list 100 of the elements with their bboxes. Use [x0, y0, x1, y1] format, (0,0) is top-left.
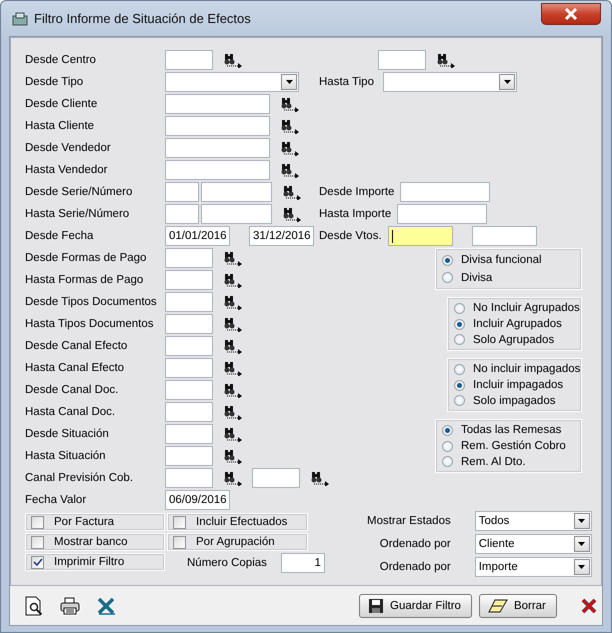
- radio-button[interactable]: [454, 334, 465, 346]
- radio-button[interactable]: [454, 364, 465, 375]
- input-field[interactable]: [400, 182, 490, 202]
- binoculars-icon[interactable]: [280, 96, 300, 112]
- binoculars-icon[interactable]: [223, 250, 243, 266]
- radio-label[interactable]: Rem. Al Dto.: [461, 456, 526, 468]
- input-field[interactable]: [165, 424, 213, 444]
- checkbox-row[interactable]: Por Agrupación: [167, 533, 308, 551]
- binoculars-icon[interactable]: [280, 140, 300, 156]
- radio-button[interactable]: [442, 424, 453, 436]
- radio-label[interactable]: Divisa funcional: [461, 254, 542, 266]
- field-label: Hasta Situación: [25, 450, 107, 462]
- binoculars-icon[interactable]: [223, 360, 243, 376]
- input-field[interactable]: [165, 204, 199, 224]
- input-field[interactable]: [165, 446, 213, 466]
- input-field[interactable]: [165, 292, 213, 312]
- binoculars-icon[interactable]: [223, 448, 243, 464]
- radio-button[interactable]: [454, 380, 465, 390]
- printer-icon[interactable]: [60, 597, 80, 615]
- input-field[interactable]: [165, 248, 213, 268]
- radio-label[interactable]: Incluir impagados: [473, 379, 564, 391]
- save-filter-button[interactable]: Guardar Filtro: [359, 594, 472, 618]
- input-field[interactable]: [378, 50, 426, 70]
- field-label: Desde Canal Efecto: [25, 340, 128, 352]
- binoculars-icon[interactable]: [223, 338, 243, 354]
- binoculars-icon[interactable]: [280, 162, 300, 178]
- radio-label[interactable]: Incluir Agrupados: [473, 318, 562, 330]
- input-field[interactable]: [165, 468, 213, 488]
- checkbox-row[interactable]: Mostrar banco: [25, 533, 165, 551]
- caret-icon[interactable]: [574, 536, 590, 552]
- dropdown[interactable]: Cliente: [474, 534, 592, 554]
- app-icon: [12, 12, 28, 26]
- caret-icon[interactable]: [499, 74, 515, 90]
- input-field[interactable]: 06/09/2016: [165, 490, 230, 510]
- radio-button[interactable]: [442, 272, 453, 284]
- binoculars-icon[interactable]: [223, 426, 243, 442]
- input-field[interactable]: [252, 468, 300, 488]
- input-field[interactable]: [165, 138, 270, 158]
- checkbox[interactable]: [31, 556, 44, 568]
- radio-button[interactable]: [442, 456, 453, 468]
- input-field[interactable]: [165, 160, 270, 180]
- input-field[interactable]: [165, 116, 270, 136]
- caret-icon[interactable]: [574, 513, 590, 529]
- caret-icon[interactable]: [281, 74, 297, 90]
- caret-icon[interactable]: [574, 559, 590, 575]
- radio-button[interactable]: [454, 395, 465, 406]
- input-field[interactable]: [165, 270, 213, 290]
- binoculars-icon[interactable]: [280, 118, 300, 134]
- input-field[interactable]: 31/12/2016: [249, 226, 314, 246]
- close-icon[interactable]: [580, 597, 598, 615]
- binoculars-icon[interactable]: [223, 382, 243, 398]
- radio-button[interactable]: [442, 440, 453, 452]
- input-field[interactable]: [165, 182, 199, 202]
- spreadsheet-export-icon[interactable]: [97, 597, 117, 615]
- radio-label[interactable]: No Incluir Agrupados: [473, 302, 580, 314]
- radio-label[interactable]: Rem. Gestión Cobro: [461, 440, 566, 452]
- checkbox-row[interactable]: Por Factura: [25, 513, 165, 531]
- input-field[interactable]: [397, 204, 488, 224]
- input-field[interactable]: 01/01/2016: [165, 226, 230, 246]
- input-field[interactable]: [165, 358, 213, 378]
- binoculars-icon[interactable]: [223, 52, 243, 68]
- radio-label[interactable]: Solo Agrupados: [473, 334, 554, 346]
- clear-button[interactable]: Borrar: [478, 594, 557, 618]
- input-field[interactable]: [165, 402, 213, 422]
- print-preview-icon[interactable]: [25, 596, 43, 616]
- checkbox[interactable]: [173, 536, 186, 548]
- checkbox-row[interactable]: Incluir Efectuados: [167, 513, 308, 531]
- radio-label[interactable]: Divisa: [461, 272, 492, 284]
- input-field[interactable]: 1: [280, 553, 325, 573]
- radio-button[interactable]: [454, 318, 465, 330]
- checkbox-row[interactable]: Imprimir Filtro: [25, 553, 165, 571]
- input-field[interactable]: [165, 314, 213, 334]
- binoculars-icon[interactable]: [223, 294, 243, 310]
- binoculars-icon[interactable]: [310, 470, 330, 486]
- checkbox[interactable]: [31, 516, 44, 528]
- radio-button[interactable]: [454, 302, 465, 314]
- input-field[interactable]: [472, 226, 537, 246]
- input-field[interactable]: [165, 336, 213, 356]
- radio-button[interactable]: [442, 254, 453, 266]
- input-field[interactable]: [165, 380, 213, 400]
- checkbox[interactable]: [173, 516, 186, 528]
- checkbox[interactable]: [31, 536, 44, 548]
- input-field[interactable]: [201, 204, 272, 224]
- input-field[interactable]: [201, 182, 272, 202]
- binoculars-icon[interactable]: [223, 404, 243, 420]
- binoculars-icon[interactable]: [436, 52, 456, 68]
- input-field[interactable]: [165, 94, 270, 114]
- binoculars-icon[interactable]: [282, 206, 302, 222]
- dropdown[interactable]: Importe: [474, 557, 592, 577]
- binoculars-icon[interactable]: [223, 470, 243, 486]
- input-field[interactable]: [388, 226, 453, 246]
- binoculars-icon[interactable]: [282, 184, 302, 200]
- radio-label[interactable]: Solo impagados: [473, 394, 556, 407]
- radio-label[interactable]: Todas las Remesas: [461, 424, 562, 436]
- input-field[interactable]: [165, 50, 213, 70]
- binoculars-icon[interactable]: [223, 272, 243, 288]
- binoculars-icon[interactable]: [223, 316, 243, 332]
- radio-label[interactable]: No incluir impagados: [473, 363, 580, 376]
- close-button[interactable]: [541, 2, 601, 24]
- dropdown[interactable]: Todos: [474, 511, 592, 531]
